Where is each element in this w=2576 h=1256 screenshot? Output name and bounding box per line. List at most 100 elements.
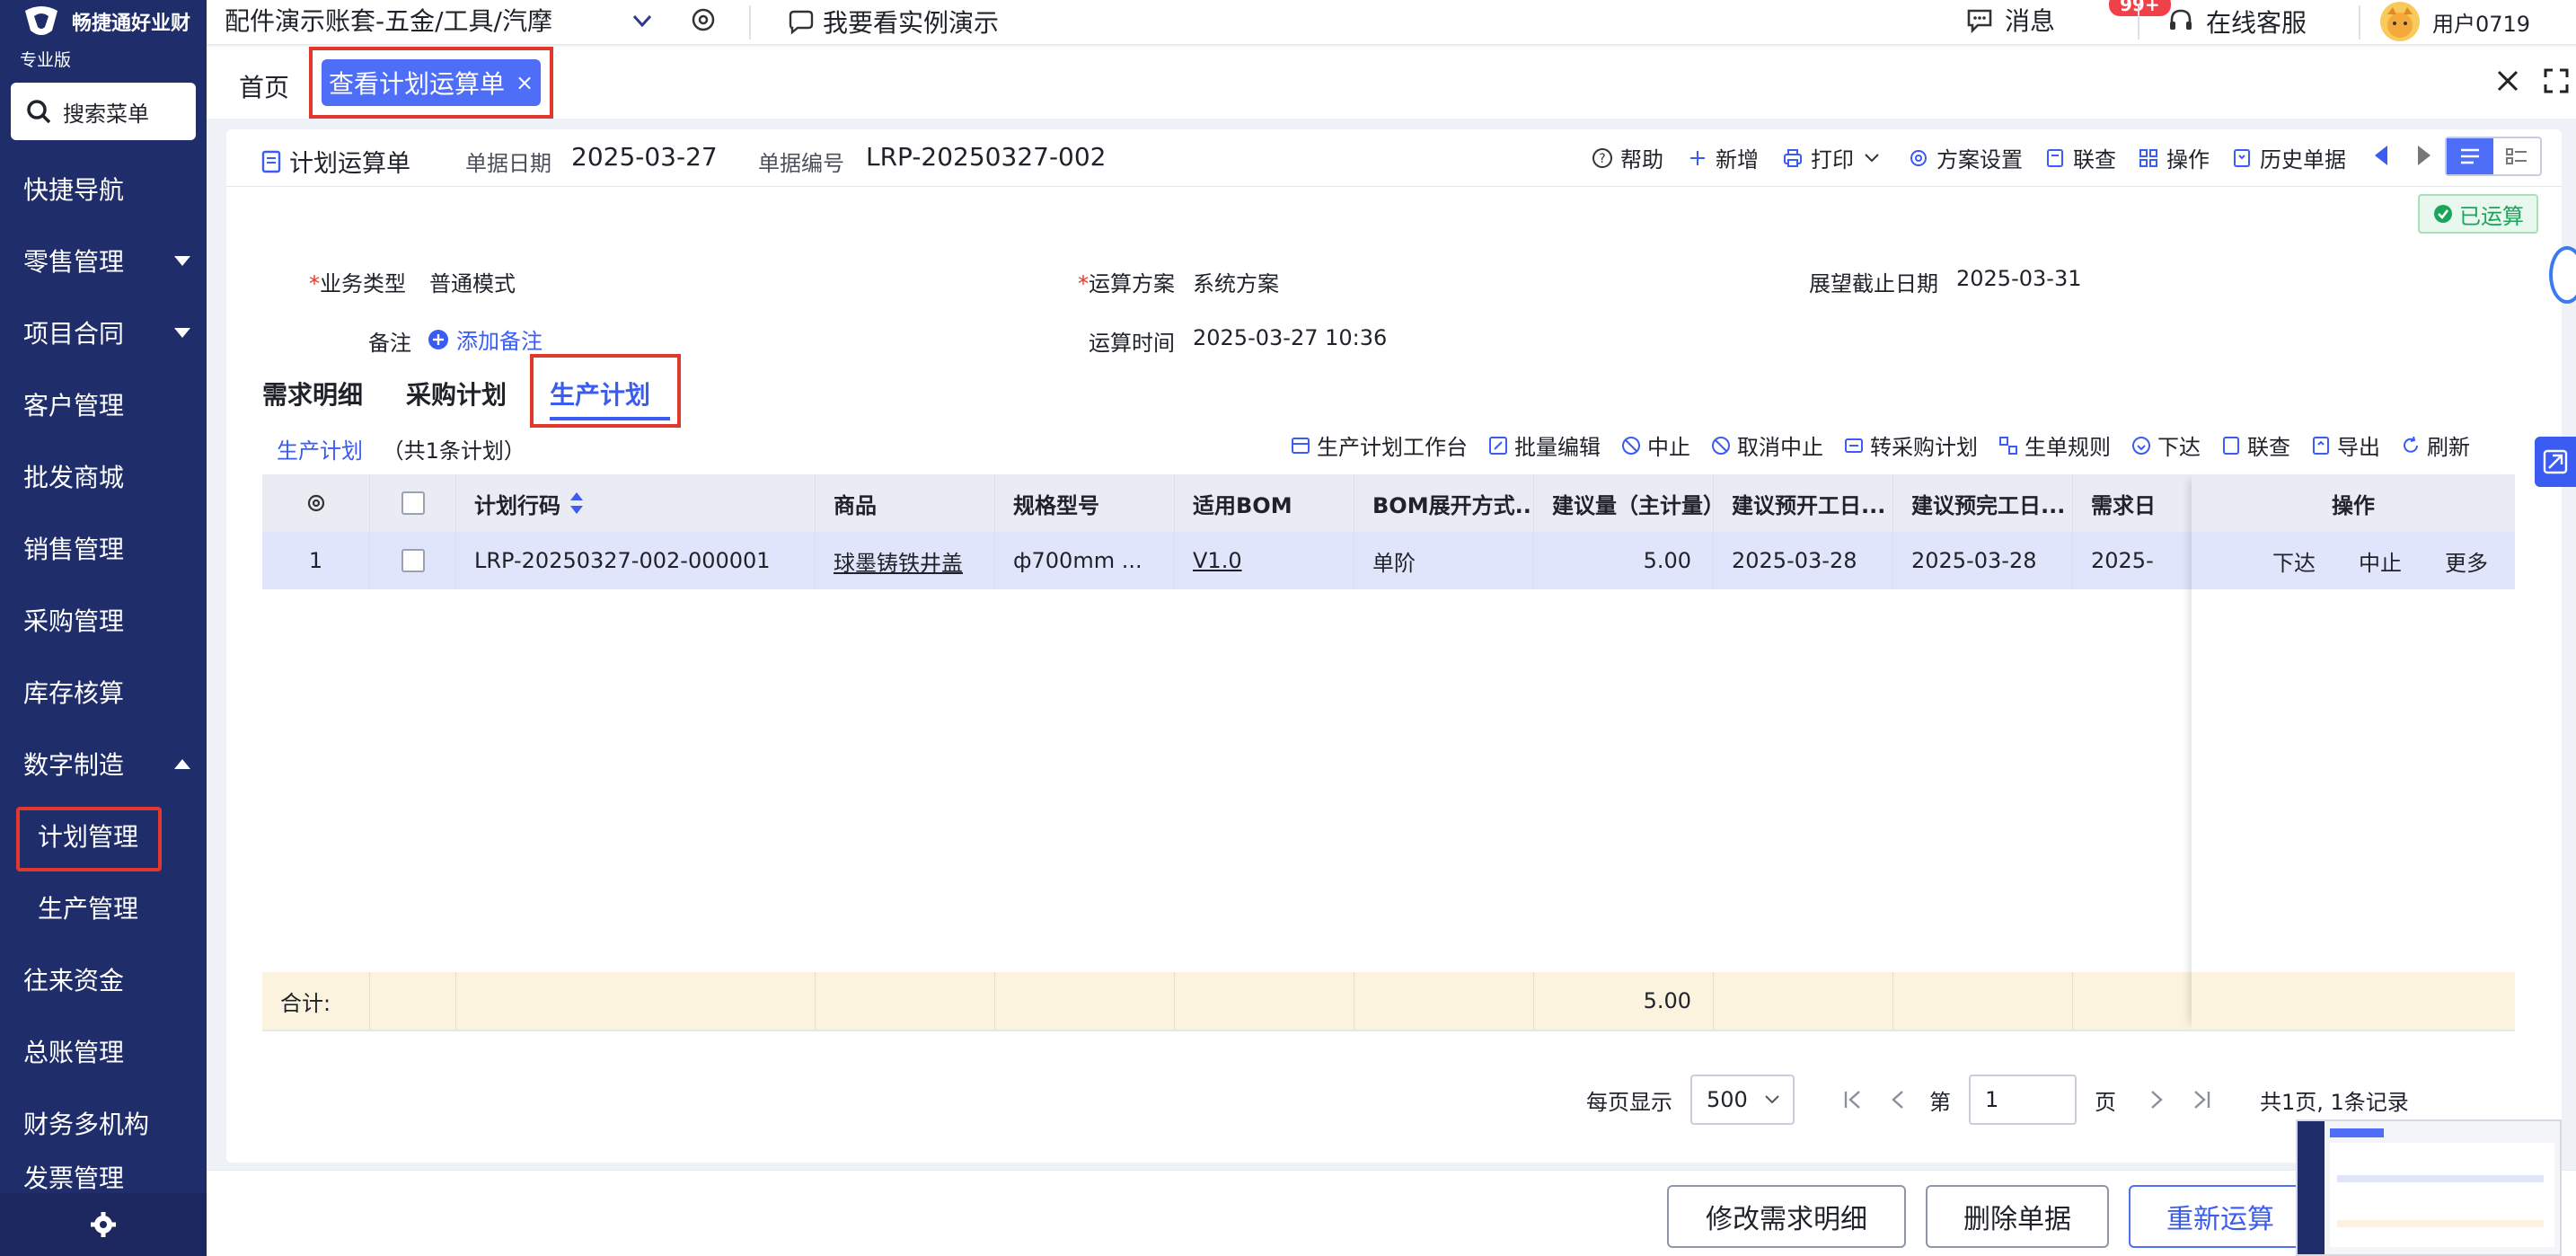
prev-document-icon[interactable] <box>2373 144 2389 167</box>
sidebar-item-project-contract[interactable]: 项目合同 <box>0 296 207 368</box>
caret-down-icon <box>174 327 190 338</box>
sidebar-item-retail[interactable]: 零售管理 <box>0 225 207 296</box>
sidebar-item-quick-nav[interactable]: 快捷导航 <box>0 153 207 225</box>
next-page-icon[interactable] <box>2143 1086 2170 1113</box>
row-index: 1 <box>262 532 370 589</box>
next-document-icon[interactable] <box>2416 144 2432 167</box>
link-query-button[interactable]: 联查 <box>2044 142 2116 173</box>
page-thumbnail[interactable] <box>2296 1119 2562 1256</box>
calc-time-label: 运算时间 <box>1089 331 1175 356</box>
sidebar-item-wholesale[interactable]: 批发商城 <box>0 440 207 512</box>
sidebar-item-ledger[interactable]: 总账管理 <box>0 1015 207 1087</box>
column-header-plan-code[interactable]: 计划行码 <box>456 474 816 532</box>
messages-button[interactable]: 消息 <box>1965 2 2055 38</box>
first-page-icon[interactable] <box>1839 1086 1866 1113</box>
sidebar-subitem-production-management[interactable]: 生产管理 <box>0 871 207 943</box>
select-all-checkbox[interactable] <box>401 491 425 515</box>
sidebar-settings[interactable] <box>0 1193 207 1256</box>
column-header-spec[interactable]: 规格型号 <box>995 474 1175 532</box>
detail-view-toggle[interactable] <box>2493 138 2540 174</box>
account-settings-icon[interactable] <box>688 4 719 35</box>
online-service-button[interactable]: 在线客服 <box>2166 4 2307 40</box>
batch-edit-button[interactable]: 批量编辑 <box>1487 429 1601 461</box>
settings-icon <box>1910 149 1927 166</box>
doc-no-label: 单据编号 <box>758 151 844 176</box>
document-title-text: 计划运算单 <box>289 150 410 178</box>
sidebar-item-sales[interactable]: 销售管理 <box>0 512 207 584</box>
column-header-demand-date[interactable]: 需求日 <box>2073 474 2199 532</box>
demo-link[interactable]: 我要看实例演示 <box>787 4 999 40</box>
page-tabs: 首页 查看计划运算单 × <box>207 47 2576 119</box>
link-query-list-button[interactable]: 联查 <box>2220 429 2290 461</box>
add-remark-button[interactable]: 添加备注 <box>428 323 543 355</box>
operations-button[interactable]: 操作 <box>2138 142 2210 173</box>
list-view-toggle[interactable] <box>2447 138 2493 174</box>
highlight-box <box>530 354 681 428</box>
tab-close-icon[interactable]: × <box>516 70 534 95</box>
row-suspend-button[interactable]: 中止 <box>2359 545 2402 577</box>
tab-demand-detail[interactable]: 需求明细 <box>262 376 363 411</box>
cancel-suspend-button[interactable]: 取消中止 <box>1710 429 1823 461</box>
new-button[interactable]: 新增 <box>1687 142 1759 173</box>
account-selector[interactable]: 配件演示账套-五金/工具/汽摩 <box>225 2 552 38</box>
refresh-button[interactable]: 刷新 <box>2400 429 2470 461</box>
expand-side-panel-button[interactable] <box>2535 437 2576 487</box>
help-button[interactable]: ? 帮助 <box>1592 142 1663 173</box>
history-button[interactable]: 历史单据 <box>2231 142 2346 173</box>
column-header-finish-date[interactable]: 建议预完工日... <box>1893 474 2073 532</box>
prev-page-icon[interactable] <box>1884 1086 1911 1113</box>
print-button[interactable]: 打印 <box>1782 142 1883 173</box>
printer-icon <box>1784 148 1802 167</box>
column-settings-button[interactable] <box>262 474 370 532</box>
close-icon[interactable] <box>2493 66 2522 95</box>
cell-finish-date: 2025-03-28 <box>1893 532 2073 589</box>
per-page-select[interactable]: 500 <box>1690 1075 1795 1125</box>
row-more-button[interactable]: 更多 <box>2445 545 2488 577</box>
avatar-icon <box>2387 7 2413 38</box>
sidebar-item-label: 客户管理 <box>23 391 125 420</box>
sidebar-item-label: 数字制造 <box>23 750 125 780</box>
fullscreen-icon[interactable] <box>2542 66 2571 95</box>
table-row[interactable]: 1 LRP-20250327-002-000001 球墨铸铁井盖 ф700mm … <box>262 532 2515 589</box>
scheme-settings-button[interactable]: 方案设置 <box>1908 142 2023 173</box>
sidebar-item-customer[interactable]: 客户管理 <box>0 368 207 440</box>
suspend-button[interactable]: 中止 <box>1620 429 1690 461</box>
modify-demand-button[interactable]: 修改需求明细 <box>1667 1185 1906 1248</box>
page-input[interactable]: 1 <box>1969 1075 2077 1125</box>
chevron-down-icon[interactable] <box>629 7 656 34</box>
sidebar-item-invoice[interactable]: 发票管理 <box>0 1159 207 1195</box>
last-page-icon[interactable] <box>2188 1086 2215 1113</box>
sidebar-item-funds[interactable]: 往来资金 <box>0 943 207 1015</box>
tab-home[interactable]: 首页 <box>239 68 289 104</box>
tab-view-plan-calc[interactable]: 查看计划运算单 × <box>322 59 541 106</box>
sort-icon[interactable] <box>568 491 586 516</box>
row-release-button[interactable]: 下达 <box>2272 545 2316 577</box>
delete-document-button[interactable]: 删除单据 <box>1926 1185 2109 1248</box>
brand-logo[interactable]: 畅捷通好业财 <box>20 4 190 40</box>
column-header-bom[interactable]: 适用BOM <box>1175 474 1354 532</box>
column-header-start-date[interactable]: 建议预开工日... <box>1714 474 1893 532</box>
row-operations: 下达 中止 更多 <box>2192 532 2515 589</box>
column-header-bom-expand[interactable]: BOM展开方式... <box>1354 474 1534 532</box>
tab-purchase-plan[interactable]: 采购计划 <box>406 376 507 411</box>
user-menu[interactable]: 用户0719 <box>2380 2 2530 41</box>
column-header-product[interactable]: 商品 <box>816 474 995 532</box>
to-purchase-plan-button[interactable]: 转采购计划 <box>1843 429 1978 461</box>
product-link[interactable]: 球墨铸铁井盖 <box>834 545 963 577</box>
recalculate-button[interactable]: 重新运算 <box>2129 1185 2312 1248</box>
tool-label: 取消中止 <box>1737 435 1823 460</box>
release-button[interactable]: 下达 <box>2130 429 2201 461</box>
sidebar-item-digital-manufacturing[interactable]: 数字制造 <box>0 728 207 800</box>
sidebar-item-multi-org[interactable]: 财务多机构 <box>0 1087 207 1159</box>
column-header-suggested-qty[interactable]: 建议量（主计量） <box>1534 474 1714 532</box>
bom-link[interactable]: V1.0 <box>1193 548 1242 573</box>
sidebar-subitem-plan-management[interactable]: 计划管理 <box>0 800 207 871</box>
status-badge: 已运算 <box>2418 194 2538 234</box>
order-rule-button[interactable]: 生单规则 <box>1998 429 2111 461</box>
search-menu-button[interactable]: 搜索菜单 <box>11 83 196 140</box>
export-button[interactable]: 导出 <box>2310 429 2380 461</box>
row-checkbox[interactable] <box>401 549 425 572</box>
sidebar-item-purchase[interactable]: 采购管理 <box>0 584 207 656</box>
sidebar-item-inventory[interactable]: 库存核算 <box>0 656 207 728</box>
production-workbench-button[interactable]: 生产计划工作台 <box>1290 429 1468 461</box>
